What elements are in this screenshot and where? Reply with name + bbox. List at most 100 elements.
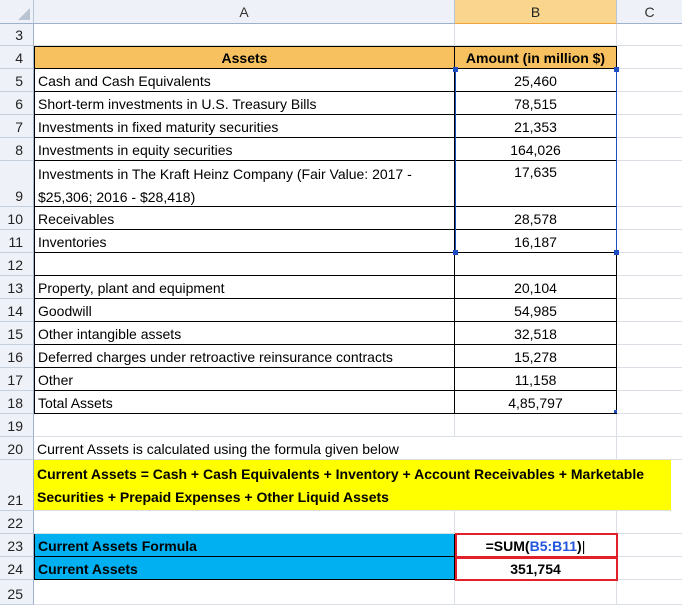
cell-a13[interactable]: Property, plant and equipment — [34, 276, 455, 299]
cell-b12[interactable] — [455, 253, 617, 276]
row-header[interactable]: 5 — [0, 69, 34, 92]
row-header[interactable]: 19 — [0, 414, 34, 437]
cell-a23[interactable]: Current Assets Formula — [34, 534, 455, 557]
range-handle-bottom-left[interactable] — [453, 250, 458, 255]
row-header[interactable]: 14 — [0, 299, 34, 322]
cell-value: 25,460 — [514, 73, 557, 89]
cell-a22[interactable] — [34, 511, 455, 534]
cell-a16[interactable]: Deferred charges under retroactive reins… — [34, 345, 455, 368]
cell-a5[interactable]: Cash and Cash Equivalents — [34, 69, 455, 92]
cell-b3[interactable] — [455, 24, 617, 46]
cell-a6[interactable]: Short-term investments in U.S. Treasury … — [34, 92, 455, 115]
cell-a15[interactable]: Other intangible assets — [34, 322, 455, 345]
cell-a17[interactable]: Other — [34, 368, 455, 391]
cell-a9[interactable]: Investments in The Kraft Heinz Company (… — [34, 161, 455, 207]
cell-a21[interactable]: Current Assets = Cash + Cash Equivalents… — [34, 460, 671, 511]
cell-b13[interactable]: 20,104 — [455, 276, 617, 299]
row-header[interactable]: 10 — [0, 207, 34, 230]
cell-c15[interactable] — [617, 322, 682, 345]
cell-b14[interactable]: 54,985 — [455, 299, 617, 322]
cell-a14[interactable]: Goodwill — [34, 299, 455, 322]
row-header[interactable]: 9 — [0, 161, 34, 207]
cell-c22[interactable] — [617, 511, 682, 534]
cell-a11[interactable]: Inventories — [34, 230, 455, 253]
cell-c3[interactable] — [617, 24, 682, 46]
range-handle-top-right[interactable] — [614, 67, 619, 72]
cell-c17[interactable] — [617, 368, 682, 391]
row-header[interactable]: 15 — [0, 322, 34, 345]
cell-b5[interactable]: 25,460 — [455, 69, 617, 92]
row-header[interactable]: 11 — [0, 230, 34, 253]
cell-a19[interactable] — [34, 414, 455, 437]
cell-c9[interactable] — [617, 161, 682, 207]
cell-c25[interactable] — [617, 580, 682, 605]
row-header[interactable]: 25 — [0, 580, 34, 605]
row-17: 17 Other 11,158 — [0, 368, 682, 391]
row-header[interactable]: 13 — [0, 276, 34, 299]
cell-a25[interactable] — [34, 580, 455, 605]
cell-c7[interactable] — [617, 115, 682, 138]
cell-b15[interactable]: 32,518 — [455, 322, 617, 345]
row-header[interactable]: 16 — [0, 345, 34, 368]
row-header[interactable]: 6 — [0, 92, 34, 115]
cell-c4[interactable] — [617, 46, 682, 69]
cell-b11[interactable]: 16,187 — [455, 230, 617, 253]
cell-c13[interactable] — [617, 276, 682, 299]
column-header-b[interactable]: B — [455, 0, 617, 24]
cell-a10[interactable]: Receivables — [34, 207, 455, 230]
cell-a3[interactable] — [34, 24, 455, 46]
cell-b4[interactable]: Amount (in million $) — [455, 46, 617, 69]
cell-c23[interactable] — [617, 534, 682, 557]
range-handle-bottom-right[interactable] — [614, 250, 619, 255]
cell-b9[interactable]: 17,635 — [455, 161, 617, 207]
cell-b16[interactable]: 15,278 — [455, 345, 617, 368]
row-header[interactable]: 8 — [0, 138, 34, 161]
cell-b18[interactable]: 4,85,797 — [455, 391, 617, 414]
cell-c18[interactable] — [617, 391, 682, 414]
cell-a24[interactable]: Current Assets — [34, 557, 455, 580]
cell-b19[interactable] — [455, 414, 617, 437]
cell-a18[interactable]: Total Assets — [34, 391, 455, 414]
cell-c5[interactable] — [617, 69, 682, 92]
cell-c20[interactable] — [617, 437, 682, 460]
cell-a12[interactable] — [34, 253, 455, 276]
row-header[interactable]: 24 — [0, 557, 34, 580]
row-header[interactable]: 20 — [0, 437, 34, 460]
cell-text: Current Assets is calculated using the f… — [37, 441, 399, 457]
row-header[interactable]: 22 — [0, 511, 34, 534]
row-header[interactable]: 7 — [0, 115, 34, 138]
cell-a4[interactable]: Assets — [34, 46, 455, 69]
cell-b17[interactable]: 11,158 — [455, 368, 617, 391]
row-header[interactable]: 12 — [0, 253, 34, 276]
cell-c19[interactable] — [617, 414, 682, 437]
cell-b6[interactable]: 78,515 — [455, 92, 617, 115]
cell-a20[interactable]: Current Assets is calculated using the f… — [34, 437, 455, 460]
cell-c6[interactable] — [617, 92, 682, 115]
column-header-c[interactable]: C — [617, 0, 682, 24]
fill-handle[interactable] — [614, 410, 617, 413]
cell-a8[interactable]: Investments in equity securities — [34, 138, 455, 161]
cell-b10[interactable]: 28,578 — [455, 207, 617, 230]
cell-c8[interactable] — [617, 138, 682, 161]
row-header[interactable]: 3 — [0, 24, 34, 46]
cell-c10[interactable] — [617, 207, 682, 230]
cell-c16[interactable] — [617, 345, 682, 368]
row-header[interactable]: 18 — [0, 391, 34, 414]
cell-a7[interactable]: Investments in fixed maturity securities — [34, 115, 455, 138]
select-all-corner[interactable] — [0, 0, 34, 24]
range-handle-top-left[interactable] — [453, 67, 458, 72]
cell-c12[interactable] — [617, 253, 682, 276]
cell-b22[interactable] — [455, 511, 617, 534]
column-header-a[interactable]: A — [34, 0, 455, 24]
row-header[interactable]: 21 — [0, 460, 34, 511]
cell-c24[interactable] — [617, 557, 682, 580]
cell-b7[interactable]: 21,353 — [455, 115, 617, 138]
row-header[interactable]: 4 — [0, 46, 34, 69]
row-header[interactable]: 17 — [0, 368, 34, 391]
cell-c14[interactable] — [617, 299, 682, 322]
cell-b20[interactable] — [455, 437, 617, 460]
row-header[interactable]: 23 — [0, 534, 34, 557]
cell-c11[interactable] — [617, 230, 682, 253]
cell-b8[interactable]: 164,026 — [455, 138, 617, 161]
cell-b25[interactable] — [455, 580, 617, 605]
